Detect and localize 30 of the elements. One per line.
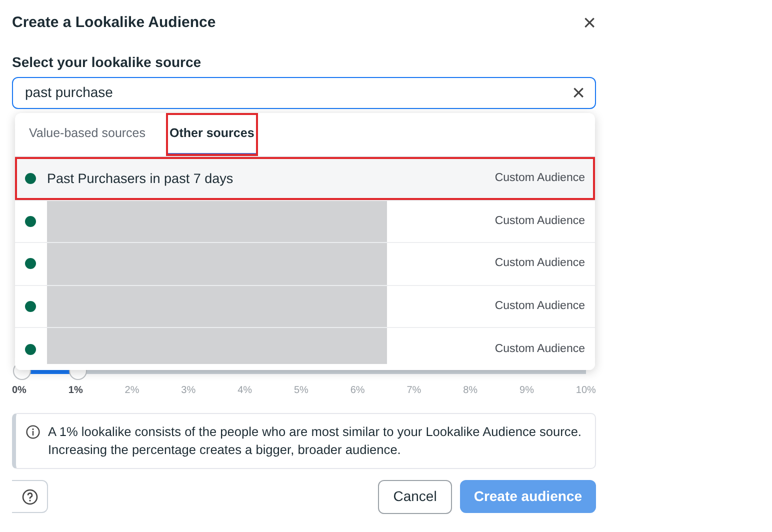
close-button[interactable]: × xyxy=(583,12,596,34)
tick-label: 5% xyxy=(294,384,308,398)
tick-label: 10% xyxy=(576,384,596,398)
tick-label: 1% xyxy=(68,384,83,398)
info-text: A 1% lookalike consists of the people who are most similar to your Lookalike Audience source. Increasing the percentage creates a bigger, broader audience. xyxy=(48,422,582,458)
audience-type: Custom Audience xyxy=(494,342,585,357)
tick-label: 8% xyxy=(463,384,478,398)
cancel-button[interactable]: Cancel xyxy=(378,480,452,514)
list-item[interactable]: Custom Audience xyxy=(15,242,595,285)
clear-button[interactable]: × xyxy=(572,82,585,104)
audience-type: Custom Audience xyxy=(494,298,585,314)
list-item[interactable]: Custom Audience xyxy=(15,200,595,242)
tick-label: 9% xyxy=(520,384,534,398)
tick-label: 2% xyxy=(124,384,140,398)
tick-label: 3% xyxy=(181,384,196,398)
tick-label: 7% xyxy=(406,384,422,398)
tick-label: 6% xyxy=(350,384,365,398)
list-item[interactable]: Custom Audience xyxy=(15,327,595,370)
list-item[interactable]: Past Purchasers in past 7 days Custom Audience xyxy=(15,157,595,200)
tick-label: 0% xyxy=(12,384,26,398)
tick-label: 4% xyxy=(238,384,252,398)
audience-type: Custom Audience xyxy=(494,214,585,229)
audience-type: Custom Audience xyxy=(494,256,585,272)
tab[interactable]: Value-based sources xyxy=(25,113,150,156)
list-item[interactable]: Custom Audience xyxy=(15,284,595,328)
item-name: Past Purchasers in past 7 days xyxy=(47,170,234,188)
dialog-title: Create a Lookalike Audience xyxy=(12,13,216,33)
audience-type: Custom Audience xyxy=(494,171,585,186)
search-field[interactable]: past purchase × xyxy=(12,76,596,108)
field-label: Select your lookalike source xyxy=(12,52,202,72)
